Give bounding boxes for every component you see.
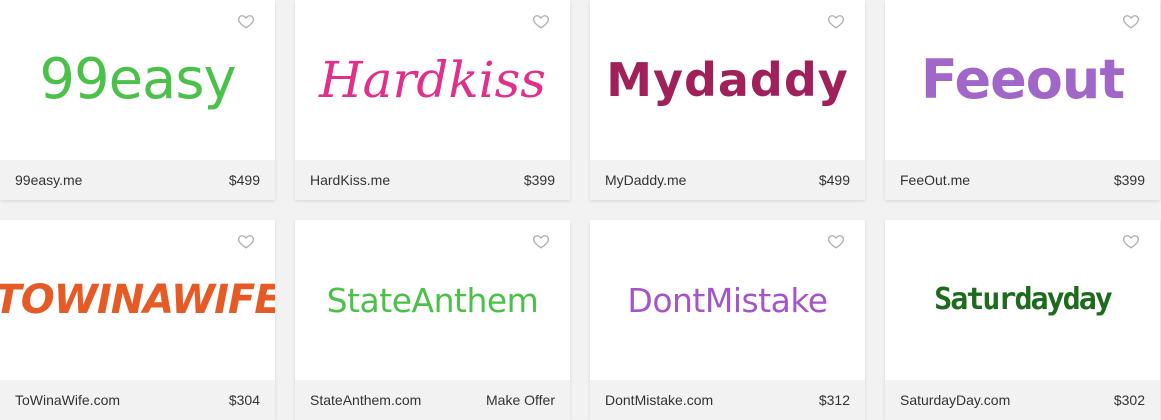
heart-icon[interactable] [532,232,550,250]
logo-area[interactable]: Mydaddy [590,0,865,160]
domain-name[interactable]: SaturdayDay.com [900,392,1010,408]
heart-icon[interactable] [827,232,845,250]
card-footer: HardKiss.me $399 [295,160,570,200]
heart-icon[interactable] [1122,12,1140,30]
domain-logo: 99easy [39,47,236,112]
domain-card-saturdayday[interactable]: Saturdayday SaturdayDay.com $302 [885,220,1160,420]
domain-price: $499 [228,172,260,188]
domain-name[interactable]: ToWinaWife.com [15,392,120,408]
domain-price: $399 [1113,172,1145,188]
logo-area[interactable]: TOWINAWIFE [0,220,275,380]
heart-icon[interactable] [237,232,255,250]
logo-area[interactable]: Hardkiss [295,0,570,160]
heart-icon[interactable] [1122,232,1140,250]
card-footer: FeeOut.me $399 [885,160,1160,200]
domain-name[interactable]: HardKiss.me [310,172,390,188]
domain-name[interactable]: StateAnthem.com [310,392,421,408]
domain-logo: TOWINAWIFE [0,277,275,323]
domain-price: $399 [523,172,555,188]
domain-logo: Hardkiss [319,51,546,109]
card-footer: ToWinaWife.com $304 [0,380,275,420]
domain-card-99easy[interactable]: 99easy 99easy.me $499 [0,0,275,200]
card-footer: DontMistake.com $312 [590,380,865,420]
domain-price: $304 [228,392,260,408]
domain-price: $499 [818,172,850,188]
domain-grid: 99easy 99easy.me $499 Hardkiss HardKiss.… [0,0,1161,420]
domain-name[interactable]: 99easy.me [15,172,82,188]
domain-name[interactable]: MyDaddy.me [605,172,686,188]
domain-logo: Feeout [920,48,1125,111]
domain-card-mydaddy[interactable]: Mydaddy MyDaddy.me $499 [590,0,865,200]
domain-card-dontmistake[interactable]: DontMistake DontMistake.com $312 [590,220,865,420]
domain-name[interactable]: DontMistake.com [605,392,713,408]
logo-area[interactable]: DontMistake [590,220,865,380]
logo-area[interactable]: Saturdayday [885,220,1160,380]
logo-area[interactable]: 99easy [0,0,275,160]
domain-logo: Saturdayday [934,282,1113,317]
card-footer: SaturdayDay.com $302 [885,380,1160,420]
domain-card-hardkiss[interactable]: Hardkiss HardKiss.me $399 [295,0,570,200]
domain-logo: StateAnthem [326,280,539,320]
logo-area[interactable]: StateAnthem [295,220,570,380]
domain-logo: Mydaddy [606,53,849,107]
domain-price: $302 [1113,392,1145,408]
domain-price: Make Offer [486,392,555,408]
card-footer: 99easy.me $499 [0,160,275,200]
heart-icon[interactable] [827,12,845,30]
domain-price: $312 [818,392,850,408]
domain-card-feeout[interactable]: Feeout FeeOut.me $399 [885,0,1160,200]
domain-name[interactable]: FeeOut.me [900,172,970,188]
domain-card-stateanthem[interactable]: StateAnthem StateAnthem.com Make Offer [295,220,570,420]
logo-area[interactable]: Feeout [885,0,1160,160]
heart-icon[interactable] [532,12,550,30]
card-footer: StateAnthem.com Make Offer [295,380,570,420]
heart-icon[interactable] [237,12,255,30]
domain-card-towinawife[interactable]: TOWINAWIFE ToWinaWife.com $304 [0,220,275,420]
domain-logo: DontMistake [627,280,828,320]
card-footer: MyDaddy.me $499 [590,160,865,200]
